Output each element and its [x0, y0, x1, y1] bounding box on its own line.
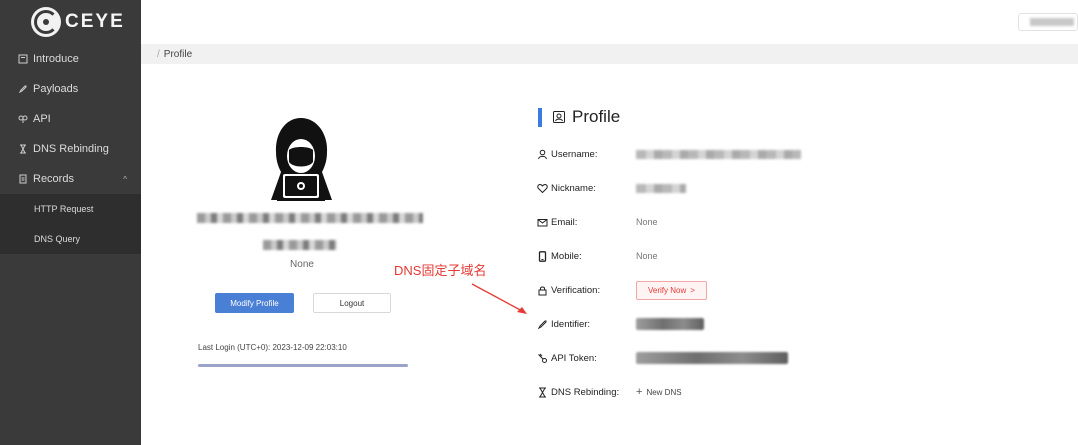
book-icon: [18, 54, 28, 64]
verification-label: Verification:: [551, 285, 601, 296]
api-token-row: API Token:: [537, 350, 1037, 366]
dns-rebinding-row: DNS Rebinding: + New DNS: [537, 384, 1037, 400]
user-menu-button[interactable]: [1018, 13, 1078, 31]
sidebar-item-dns-query[interactable]: DNS Query: [0, 224, 141, 254]
identifier-label: Identifier:: [551, 318, 591, 330]
heading-accent-bar: [538, 107, 542, 127]
verify-now-button[interactable]: Verify Now >: [636, 281, 707, 300]
ceye-logo-icon: [31, 7, 61, 37]
redacted-username-value: [636, 149, 801, 159]
mail-icon: [537, 218, 548, 226]
logo-text: CEYE: [65, 11, 125, 32]
breadcrumb-current: Profile: [163, 48, 193, 60]
identifier-row: Identifier:: [537, 316, 1037, 332]
email-row: Email: None: [537, 214, 1037, 230]
username-row: Username:: [537, 146, 1037, 162]
mobile-row: Mobile: None: [537, 248, 1037, 264]
sidebar-item-api[interactable]: API: [0, 104, 141, 134]
sidebar-item-payloads[interactable]: Payloads: [0, 74, 141, 104]
sidebar: CEYE Introduce Payloads API DNS Rebindin…: [0, 0, 141, 445]
top-header: [141, 0, 1078, 44]
sidebar-item-label: Introduce: [33, 53, 79, 65]
rocket-icon: [18, 84, 28, 94]
logo[interactable]: CEYE: [0, 0, 141, 44]
hacker-avatar-icon: [271, 118, 332, 201]
mobile-row-value: None: [636, 251, 658, 261]
verify-now-label: Verify Now: [648, 286, 687, 295]
redacted-api-token-value: [636, 352, 788, 364]
last-login-text: Last Login (UTC+0): 2023-12-09 22:03:10: [198, 343, 347, 352]
email-label: Email:: [551, 216, 578, 228]
api-icon: [18, 114, 28, 124]
divider-bar: [198, 364, 408, 367]
redacted-nickname: [263, 240, 337, 250]
redacted-identifier-value: [636, 318, 704, 330]
breadcrumb: / Profile: [141, 44, 1078, 64]
records-icon: [18, 174, 28, 184]
dns-rebinding-label: DNS Rebinding:: [551, 386, 620, 398]
verification-row: Verification: Verify Now >: [537, 281, 1037, 300]
logout-button[interactable]: Logout: [313, 293, 391, 313]
hourglass-icon: [539, 387, 546, 397]
sidebar-item-http-request[interactable]: HTTP Request: [0, 194, 141, 224]
redacted-nickname-value: [636, 183, 686, 193]
sidebar-item-label: DNS Rebinding: [33, 143, 109, 155]
redacted-email: [197, 213, 423, 223]
mobile-label: Mobile:: [551, 250, 582, 262]
sidebar-item-introduce[interactable]: Introduce: [0, 44, 141, 74]
sidebar-nav: Introduce Payloads API DNS Rebinding Rec…: [0, 44, 141, 194]
new-dns-button[interactable]: + New DNS: [636, 386, 682, 398]
modify-profile-button[interactable]: Modify Profile: [215, 293, 294, 313]
new-dns-label: New DNS: [646, 387, 682, 397]
user-icon: [538, 149, 547, 159]
sidebar-item-dns-rebinding[interactable]: DNS Rebinding: [0, 134, 141, 164]
annotation-arrow-icon: [471, 283, 527, 314]
phone-icon: [538, 250, 547, 262]
annotation-label: DNS固定子域名: [394, 263, 487, 278]
profile-heading: Profile: [538, 107, 620, 127]
chevron-right-icon: >: [690, 286, 695, 295]
mobile-value: None: [290, 259, 314, 270]
profile-title: Profile: [572, 107, 621, 126]
sidebar-item-label: Records: [33, 173, 74, 185]
plus-icon: +: [636, 386, 643, 398]
key-icon: [538, 353, 547, 363]
username-label: Username:: [551, 148, 598, 160]
redacted-username: [1030, 18, 1074, 26]
contact-card-icon: [553, 111, 565, 123]
api-token-label: API Token:: [551, 352, 597, 364]
records-submenu: HTTP Request DNS Query: [0, 194, 141, 254]
lock-icon: [538, 286, 547, 296]
sidebar-item-label: API: [33, 113, 51, 125]
heart-icon: [537, 183, 548, 193]
app-root: CEYE Introduce Payloads API DNS Rebindin…: [0, 0, 1078, 445]
nickname-label: Nickname:: [551, 182, 596, 194]
nickname-row: Nickname:: [537, 180, 1037, 196]
email-value: None: [636, 217, 658, 227]
chevron-up-icon: ^: [123, 174, 127, 184]
rocket-icon: [537, 320, 547, 329]
breadcrumb-separator: /: [157, 48, 160, 60]
hourglass-icon: [18, 144, 28, 154]
sidebar-item-records[interactable]: Records ^: [0, 164, 141, 194]
sidebar-item-label: Payloads: [33, 83, 79, 95]
